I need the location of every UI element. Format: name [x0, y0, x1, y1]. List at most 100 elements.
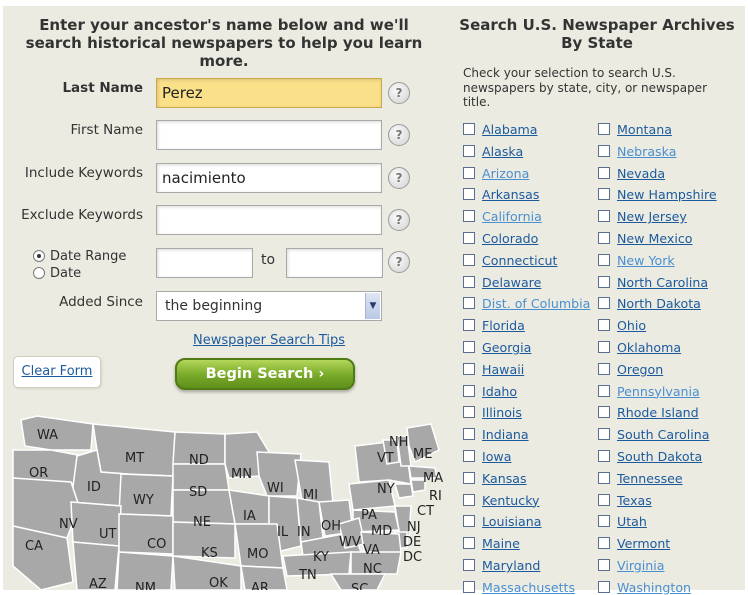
- state-checkbox[interactable]: [463, 537, 475, 550]
- state-checkbox[interactable]: [463, 319, 475, 332]
- state-checkbox[interactable]: [598, 559, 610, 571]
- state-checkbox[interactable]: [598, 406, 610, 419]
- state-link-massachusetts[interactable]: Massachusetts: [482, 580, 575, 595]
- state-checkbox[interactable]: [598, 123, 610, 135]
- state-checkbox[interactable]: [463, 384, 475, 397]
- state-item-north-dakota[interactable]: North Dakota: [598, 296, 701, 311]
- state-item-utah[interactable]: Utah: [598, 514, 647, 529]
- state-link-hawaii[interactable]: Hawaii: [482, 362, 524, 377]
- state-checkbox[interactable]: [463, 450, 475, 462]
- state-checkbox[interactable]: [463, 471, 475, 484]
- state-link-alaska[interactable]: Alaska: [482, 144, 523, 159]
- state-link-south-dakota[interactable]: South Dakota: [617, 449, 702, 464]
- state-item-connecticut[interactable]: Connecticut: [463, 253, 557, 268]
- state-checkbox[interactable]: [463, 341, 475, 353]
- state-item-south-dakota[interactable]: South Dakota: [598, 449, 702, 464]
- state-checkbox[interactable]: [463, 493, 475, 506]
- state-item-rhode-island[interactable]: Rhode Island: [598, 405, 699, 420]
- state-item-tennessee[interactable]: Tennessee: [598, 471, 683, 486]
- state-checkbox[interactable]: [463, 580, 475, 593]
- state-checkbox[interactable]: [463, 253, 475, 266]
- radio-unselected-icon[interactable]: [33, 267, 45, 279]
- state-item-hawaii[interactable]: Hawaii: [463, 362, 524, 377]
- state-item-delaware[interactable]: Delaware: [463, 275, 541, 290]
- state-link-alabama[interactable]: Alabama: [482, 122, 538, 137]
- state-link-georgia[interactable]: Georgia: [482, 340, 531, 355]
- state-checkbox[interactable]: [463, 362, 475, 375]
- state-item-kentucky[interactable]: Kentucky: [463, 493, 540, 508]
- state-item-indiana[interactable]: Indiana: [463, 427, 529, 442]
- date-to-input[interactable]: [286, 248, 383, 278]
- state-link-indiana[interactable]: Indiana: [482, 427, 529, 442]
- state-link-vermont[interactable]: Vermont: [617, 536, 670, 551]
- state-item-florida[interactable]: Florida: [463, 318, 525, 333]
- state-link-pennsylvania[interactable]: Pennsylvania: [617, 384, 700, 399]
- include-keywords-input[interactable]: [156, 163, 382, 193]
- date-from-input[interactable]: [156, 248, 253, 278]
- state-item-new-jersey[interactable]: New Jersey: [598, 209, 687, 224]
- state-item-arizona[interactable]: Arizona: [463, 166, 529, 181]
- last-name-help-icon[interactable]: ?: [388, 82, 410, 104]
- state-checkbox[interactable]: [598, 275, 610, 288]
- state-checkbox[interactable]: [598, 362, 610, 375]
- state-item-louisiana[interactable]: Louisiana: [463, 514, 541, 529]
- state-link-oregon[interactable]: Oregon: [617, 362, 663, 377]
- state-checkbox[interactable]: [598, 341, 610, 353]
- state-link-washington[interactable]: Washington: [617, 580, 691, 595]
- radio-selected-icon[interactable]: [33, 250, 45, 262]
- state-item-maine[interactable]: Maine: [463, 536, 520, 551]
- state-link-utah[interactable]: Utah: [617, 514, 647, 529]
- state-item-pennsylvania[interactable]: Pennsylvania: [598, 384, 700, 399]
- state-item-vermont[interactable]: Vermont: [598, 536, 670, 551]
- state-item-california[interactable]: California: [463, 209, 542, 224]
- state-item-new-mexico[interactable]: New Mexico: [598, 231, 692, 246]
- state-item-montana[interactable]: Montana: [598, 122, 672, 137]
- state-checkbox[interactable]: [598, 253, 610, 266]
- state-item-arkansas[interactable]: Arkansas: [463, 187, 539, 202]
- state-checkbox[interactable]: [463, 166, 475, 179]
- state-link-nebraska[interactable]: Nebraska: [617, 144, 676, 159]
- state-link-new-jersey[interactable]: New Jersey: [617, 209, 687, 224]
- state-checkbox[interactable]: [598, 384, 610, 397]
- exclude-keywords-help-icon[interactable]: ?: [388, 209, 410, 231]
- state-link-arkansas[interactable]: Arkansas: [482, 187, 539, 202]
- state-checkbox[interactable]: [463, 188, 475, 201]
- state-checkbox[interactable]: [463, 232, 475, 244]
- state-checkbox[interactable]: [598, 450, 610, 462]
- state-link-louisiana[interactable]: Louisiana: [482, 514, 541, 529]
- exclude-keywords-input[interactable]: [156, 205, 382, 235]
- state-link-south-carolina[interactable]: South Carolina: [617, 427, 709, 442]
- state-item-dist-of-columbia[interactable]: Dist. of Columbia: [463, 296, 590, 311]
- state-link-nevada[interactable]: Nevada: [617, 166, 665, 181]
- state-link-tennessee[interactable]: Tennessee: [617, 471, 683, 486]
- state-checkbox[interactable]: [598, 537, 610, 550]
- search-tips-link[interactable]: Newspaper Search Tips: [193, 333, 345, 348]
- clear-form-button[interactable]: Clear Form: [13, 356, 101, 388]
- state-link-illinois[interactable]: Illinois: [482, 405, 522, 420]
- state-checkbox[interactable]: [598, 210, 610, 223]
- state-link-montana[interactable]: Montana: [617, 122, 672, 137]
- first-name-input[interactable]: [156, 120, 382, 150]
- date-range-radio[interactable]: Date Range: [33, 249, 126, 264]
- last-name-input[interactable]: [156, 78, 382, 108]
- state-link-connecticut[interactable]: Connecticut: [482, 253, 557, 268]
- state-link-ohio[interactable]: Ohio: [617, 318, 646, 333]
- state-item-kansas[interactable]: Kansas: [463, 471, 527, 486]
- state-link-delaware[interactable]: Delaware: [482, 275, 541, 290]
- first-name-help-icon[interactable]: ?: [388, 124, 410, 146]
- us-state-map[interactable]: WA OR MT ND MN ID WY SD WI MI NE IA NV U…: [11, 406, 443, 590]
- state-link-arizona[interactable]: Arizona: [482, 166, 529, 181]
- date-radio[interactable]: Date: [33, 266, 81, 281]
- state-item-illinois[interactable]: Illinois: [463, 405, 522, 420]
- state-link-north-dakota[interactable]: North Dakota: [617, 296, 701, 311]
- state-checkbox[interactable]: [598, 580, 610, 593]
- state-link-virginia[interactable]: Virginia: [617, 558, 665, 573]
- state-link-new-hampshire[interactable]: New Hampshire: [617, 187, 717, 202]
- state-checkbox[interactable]: [463, 144, 475, 157]
- state-checkbox[interactable]: [463, 515, 475, 528]
- state-item-nebraska[interactable]: Nebraska: [598, 144, 676, 159]
- state-link-california[interactable]: California: [482, 209, 542, 224]
- state-item-colorado[interactable]: Colorado: [463, 231, 538, 246]
- state-link-rhode-island[interactable]: Rhode Island: [617, 405, 699, 420]
- state-checkbox[interactable]: [598, 471, 610, 484]
